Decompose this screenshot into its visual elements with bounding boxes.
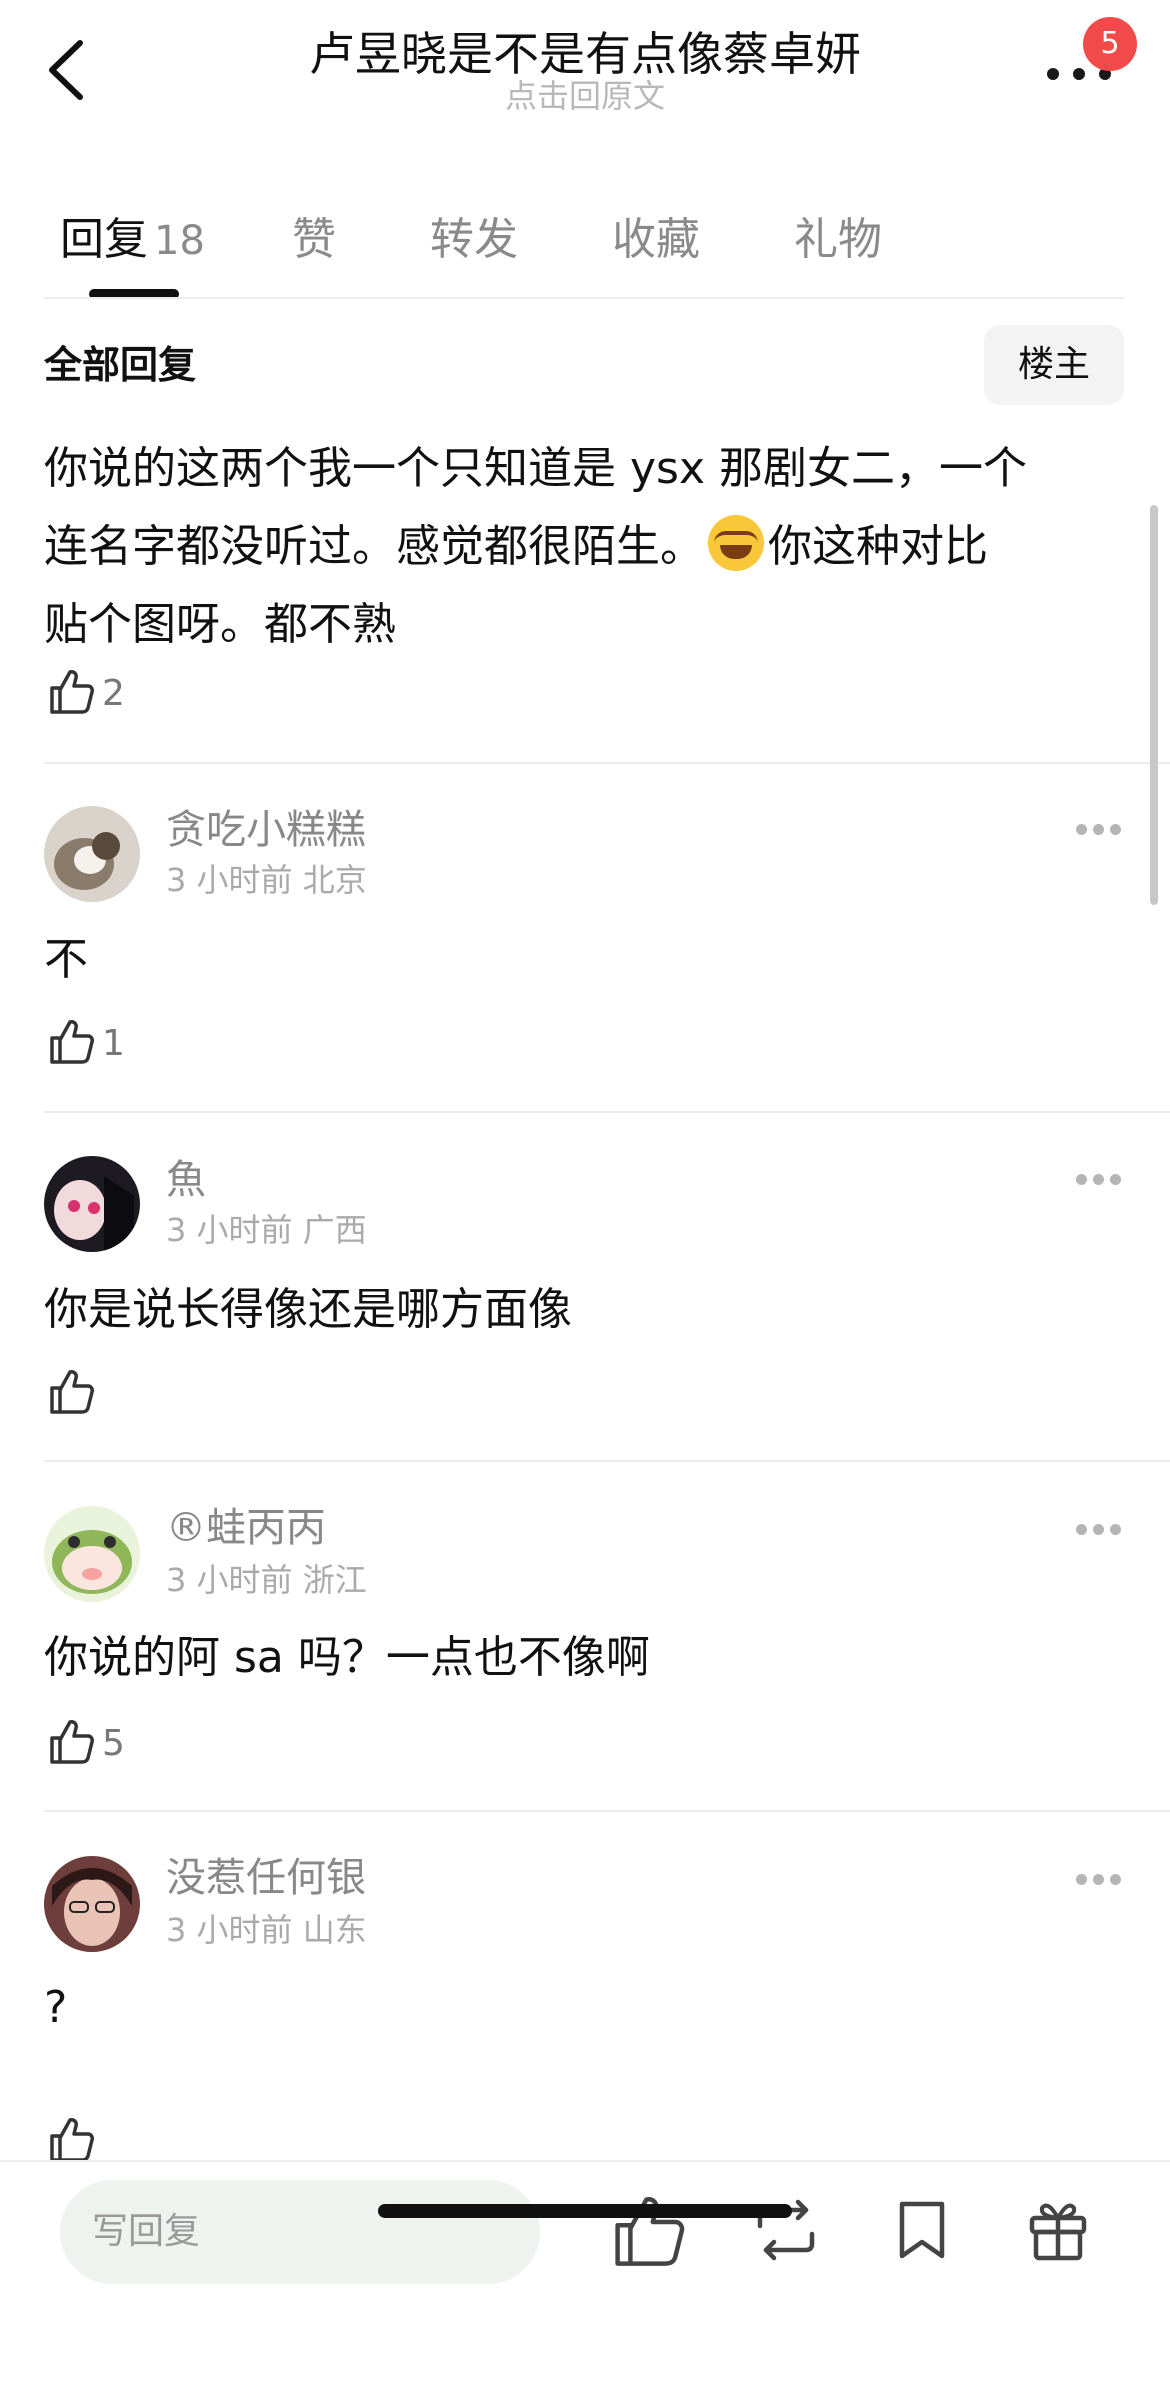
reply-text: 你是说长得像还是哪方面像 xyxy=(44,1284,572,1335)
reply-location: 广西 xyxy=(302,1211,367,1249)
divider xyxy=(44,297,1124,299)
repost-button[interactable] xyxy=(746,2190,826,2270)
main-comment-text: 你说的这两个我一个只知道是 ysx 那剧女二，一个 连名字都没听过。感觉都很陌生… xyxy=(44,430,1124,664)
divider xyxy=(44,1460,1170,1462)
tab-gifts[interactable]: 礼物 xyxy=(794,210,882,270)
avatar[interactable] xyxy=(44,1156,140,1252)
tab-reposts[interactable]: 转发 xyxy=(430,210,518,270)
tab-replies-count: 18 xyxy=(154,218,205,264)
cat-avatar-icon xyxy=(44,806,140,902)
reply-time: 3 小时前 xyxy=(166,1211,293,1249)
tab-likes[interactable]: 赞 xyxy=(292,210,336,270)
home-indicator[interactable] xyxy=(378,2204,792,2218)
like-count: 5 xyxy=(102,1723,125,1764)
dot-icon xyxy=(1047,68,1059,80)
comment-line: 连名字都没听过。感觉都很陌生。 你这种对比 xyxy=(44,508,1124,586)
tab-favorites[interactable]: 收藏 xyxy=(612,210,700,270)
comment-line: 贴个图呀。都不熟 xyxy=(44,599,396,650)
like-count: 1 xyxy=(102,1023,125,1064)
repost-icon xyxy=(757,2199,815,2261)
frog-avatar-icon xyxy=(44,1506,140,1602)
dot-icon xyxy=(1093,1524,1104,1535)
post-title[interactable]: 卢昱晓是不是有点像蔡卓妍 xyxy=(150,26,1020,82)
reply-more-button[interactable] xyxy=(1076,1524,1122,1538)
dot-icon xyxy=(1110,1524,1121,1535)
laughing-tears-emoji-icon xyxy=(708,515,764,571)
reply-time: 3 小时前 xyxy=(166,861,293,899)
thumbs-up-icon xyxy=(615,2197,685,2266)
comment-line: 你说的这两个我一个只知道是 ysx 那剧女二，一个 xyxy=(44,443,1027,494)
reply-meta: 3 小时前 浙江 xyxy=(166,1560,367,1600)
username[interactable]: 没惹任何银 xyxy=(166,1852,366,1904)
reply-meta: 3 小时前 北京 xyxy=(166,860,367,900)
section-title: 全部回复 xyxy=(44,343,197,387)
dot-icon xyxy=(1093,1874,1104,1885)
reply-text: 不 xyxy=(44,934,88,985)
person-avatar-icon xyxy=(44,1856,140,1952)
comment-text-segment: 你这种对比 xyxy=(768,521,988,572)
reply-location: 北京 xyxy=(302,861,367,899)
dot-icon xyxy=(1076,824,1087,835)
tab-bar: 回复 18 赞 转发 收藏 礼物 xyxy=(0,190,1170,300)
scrollbar[interactable] xyxy=(1150,505,1158,905)
avatar[interactable] xyxy=(44,1506,140,1602)
back-to-original-link[interactable]: 点击回原文 xyxy=(150,76,1020,116)
reply-meta: 3 小时前 山东 xyxy=(166,1910,367,1950)
thumbs-up-icon xyxy=(50,1720,94,1764)
reply-more-button[interactable] xyxy=(1076,824,1122,838)
comment-text-segment: 连名字都没听过。感觉都很陌生。 xyxy=(44,521,704,572)
gift-icon xyxy=(1029,2203,1087,2261)
dot-icon xyxy=(1073,68,1085,80)
dot-icon xyxy=(1076,1874,1087,1885)
anime-avatar-icon xyxy=(44,1156,140,1252)
reply-location: 浙江 xyxy=(302,1561,367,1599)
chevron-left-icon xyxy=(49,40,83,100)
back-button[interactable] xyxy=(40,35,92,105)
like-post-button[interactable] xyxy=(608,2190,688,2270)
thumbs-up-icon xyxy=(50,1020,94,1064)
username[interactable]: 魚 xyxy=(166,1154,206,1206)
divider xyxy=(44,1810,1170,1812)
thumbs-up-icon xyxy=(50,1370,94,1414)
reply-time: 3 小时前 xyxy=(166,1561,293,1599)
thumbs-up-icon xyxy=(50,670,94,714)
reply-time: 3 小时前 xyxy=(166,1911,293,1949)
bookmark-icon xyxy=(899,2201,945,2259)
reply-more-button[interactable] xyxy=(1076,1874,1122,1888)
avatar[interactable] xyxy=(44,1856,140,1952)
header: 卢昱晓是不是有点像蔡卓妍 点击回原文 5 xyxy=(0,0,1170,150)
dot-icon xyxy=(1076,1174,1087,1185)
op-only-filter-button[interactable]: 楼主 xyxy=(984,325,1124,405)
reply-location: 山东 xyxy=(302,1911,367,1949)
dot-icon xyxy=(1110,1174,1121,1185)
reply-text: ? xyxy=(44,1982,68,2033)
reply-more-button[interactable] xyxy=(1076,1174,1122,1188)
gift-button[interactable] xyxy=(1018,2190,1098,2270)
thumbs-up-icon xyxy=(50,2118,94,2162)
like-count: 2 xyxy=(102,673,125,714)
tab-replies[interactable]: 回复 18 xyxy=(60,210,205,271)
username[interactable]: ®蛙丙丙 xyxy=(166,1502,326,1554)
reply-input[interactable]: 写回复 xyxy=(60,2180,540,2284)
notification-badge: 5 xyxy=(1083,17,1137,71)
reply-meta: 3 小时前 广西 xyxy=(166,1210,367,1250)
reply-text: 你说的阿 sa 吗？一点也不像啊 xyxy=(44,1632,650,1683)
divider xyxy=(44,1111,1170,1113)
dot-icon xyxy=(1093,824,1104,835)
tab-replies-label: 回复 xyxy=(60,214,148,265)
avatar[interactable] xyxy=(44,806,140,902)
divider xyxy=(44,762,1170,764)
bottom-action-bar: 写回复 xyxy=(0,2160,1170,2406)
comment-detail-page: 卢昱晓是不是有点像蔡卓妍 点击回原文 5 回复 18 赞 转发 收藏 礼物 全部回… xyxy=(0,0,1170,2406)
dot-icon xyxy=(1093,1174,1104,1185)
bookmark-button[interactable] xyxy=(882,2190,962,2270)
username[interactable]: 贪吃小糕糕 xyxy=(166,804,366,856)
dot-icon xyxy=(1110,1874,1121,1885)
dot-icon xyxy=(1076,1524,1087,1535)
dot-icon xyxy=(1110,824,1121,835)
